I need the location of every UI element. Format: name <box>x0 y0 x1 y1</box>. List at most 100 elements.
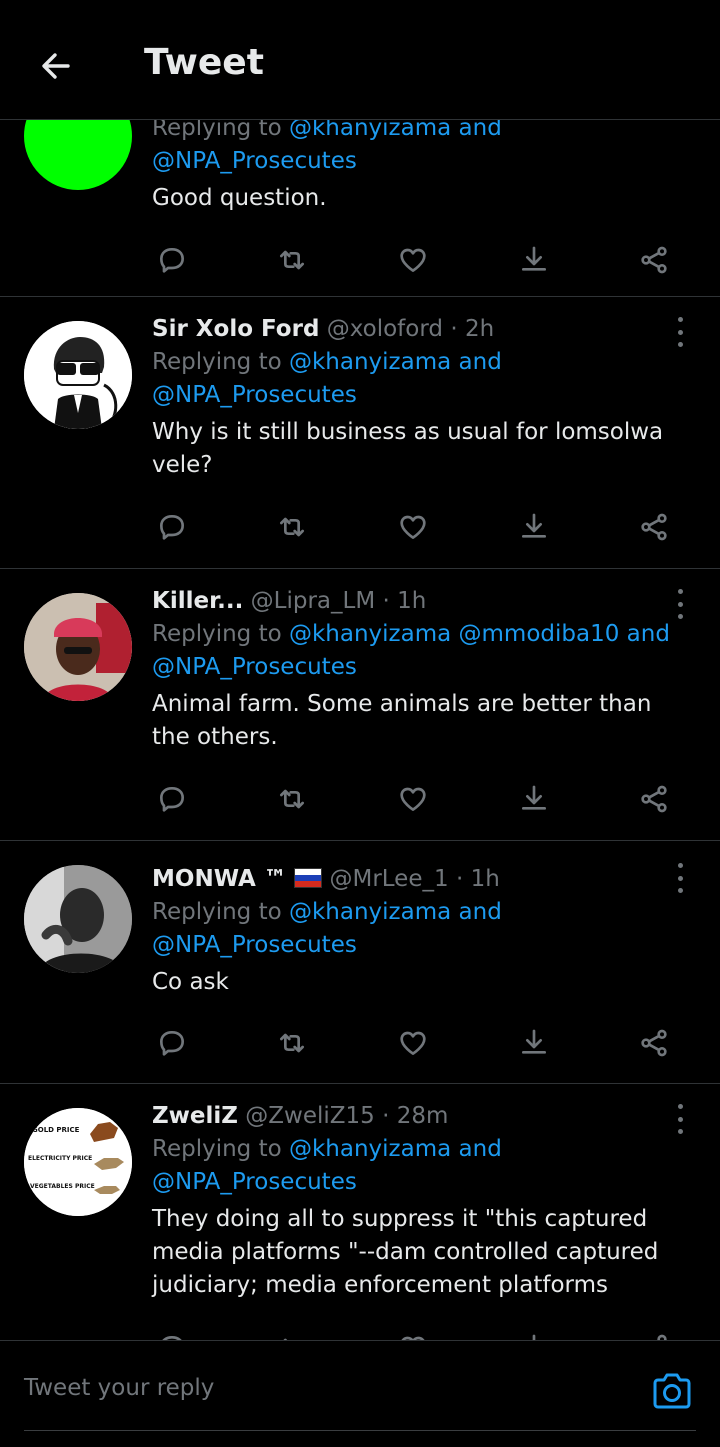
retweet-button[interactable] <box>272 507 312 547</box>
tweet-header: MONWA ™ @MrLee_1 · 1h <box>152 866 500 892</box>
user-handle[interactable]: @Lipra_LM <box>251 588 376 614</box>
reply-composer: Tweet your reply <box>0 1340 720 1447</box>
share-button[interactable] <box>634 240 674 280</box>
reply-input[interactable]: Tweet your reply <box>24 1375 214 1401</box>
more-options-button[interactable] <box>670 589 690 619</box>
tweet-header: Killer... @Lipra_LM · 1h <box>152 588 427 614</box>
share-button[interactable] <box>634 1328 674 1340</box>
share-icon <box>641 513 667 541</box>
user-handle[interactable]: @MrLee_1 <box>329 866 448 892</box>
share-button[interactable] <box>634 1023 674 1063</box>
download-icon <box>522 513 546 538</box>
tweet-text: Why is it still business as usual for lo… <box>152 419 664 478</box>
more-icon <box>677 589 683 594</box>
timestamp: 28m <box>396 1103 449 1129</box>
camera-icon[interactable] <box>650 1369 694 1413</box>
display-name[interactable]: MONWA ™ <box>152 866 287 892</box>
mention-link[interactable]: @khanyizama and <box>289 349 502 375</box>
avatar[interactable] <box>24 593 132 701</box>
more-icon <box>677 863 683 868</box>
reply-button[interactable] <box>152 507 192 547</box>
like-button[interactable] <box>393 1328 433 1340</box>
download-button[interactable] <box>514 1023 554 1063</box>
mention-link[interactable]: @NPA_Prosecutes <box>152 651 696 684</box>
tweet-item[interactable]: Replying to @khanyizama and @NPA_Prosecu… <box>0 120 720 297</box>
display-name[interactable]: Sir Xolo Ford <box>152 316 319 342</box>
user-handle[interactable]: @xoloford <box>327 316 443 342</box>
display-name[interactable]: Killer... <box>152 588 243 614</box>
back-button[interactable] <box>34 44 78 88</box>
reply-button[interactable] <box>152 779 192 819</box>
tweet-text: Animal farm. Some animals are better tha… <box>152 691 652 750</box>
share-button[interactable] <box>634 507 674 547</box>
mention-link[interactable]: @NPA_Prosecutes <box>152 379 696 412</box>
like-button[interactable] <box>393 1023 433 1063</box>
share-icon <box>641 785 667 813</box>
download-icon <box>522 785 546 810</box>
reply-feed[interactable]: Replying to @khanyizama and @NPA_Prosecu… <box>0 120 720 1340</box>
avatar[interactable] <box>24 120 132 190</box>
share-icon <box>657 1334 667 1340</box>
mention-link[interactable]: @NPA_Prosecutes <box>152 929 696 962</box>
like-icon <box>400 787 426 811</box>
more-options-button[interactable] <box>670 317 690 347</box>
avatar[interactable] <box>24 321 132 429</box>
more-icon <box>677 1104 683 1109</box>
download-button[interactable] <box>514 1328 554 1340</box>
tweet-item[interactable]: GOLD PRICE ELECTRICITY PRICE VEGETABLES … <box>0 1084 720 1340</box>
retweet-button[interactable] <box>272 240 312 280</box>
avatar[interactable]: GOLD PRICE ELECTRICITY PRICE VEGETABLES … <box>24 1108 132 1216</box>
top-bar: Tweet <box>0 0 720 120</box>
like-icon <box>400 248 426 272</box>
download-icon <box>522 246 546 271</box>
retweet-button[interactable] <box>272 1328 312 1340</box>
divider <box>24 1430 696 1431</box>
download-button[interactable] <box>514 779 554 819</box>
tweet-text: Co ask <box>152 969 229 995</box>
mention-link[interactable]: @khanyizama and <box>289 1136 502 1162</box>
reply-button[interactable] <box>152 240 192 280</box>
tweet-header: ZweliZ @ZweliZ15 · 28m <box>152 1103 449 1129</box>
like-button[interactable] <box>393 240 433 280</box>
like-button[interactable] <box>393 779 433 819</box>
download-button[interactable] <box>514 240 554 280</box>
reply-icon <box>160 1031 184 1056</box>
mention-link[interactable]: @NPA_Prosecutes <box>152 145 696 178</box>
share-icon <box>641 246 667 274</box>
mention-link[interactable]: @khanyizama @mmodiba10 and <box>289 621 670 647</box>
timestamp: 1h <box>397 588 427 614</box>
download-icon <box>532 1334 536 1340</box>
replying-to: Replying to @khanyizama and <box>152 1136 502 1162</box>
retweet-icon <box>280 517 304 537</box>
retweet-button[interactable] <box>272 1023 312 1063</box>
share-button[interactable] <box>634 779 674 819</box>
timestamp: 1h <box>470 866 500 892</box>
mention-link[interactable]: @NPA_Prosecutes <box>152 1166 696 1199</box>
user-handle[interactable]: @ZweliZ15 <box>245 1103 375 1129</box>
tweet-header: Sir Xolo Ford @xoloford · 2h <box>152 316 495 342</box>
reply-icon <box>160 787 184 812</box>
tweet-item[interactable]: MONWA ™ @MrLee_1 · 1h Replying to @khany… <box>0 841 720 1084</box>
tweet-item[interactable]: Killer... @Lipra_LM · 1h Replying to @kh… <box>0 569 720 841</box>
more-options-button[interactable] <box>670 863 690 893</box>
like-button[interactable] <box>393 507 433 547</box>
display-name[interactable]: ZweliZ <box>152 1103 238 1129</box>
mention-link[interactable]: @khanyizama and <box>289 899 502 925</box>
tweet-text: Good question. <box>152 185 327 211</box>
reply-icon <box>160 248 184 273</box>
reply-button[interactable] <box>152 1328 192 1340</box>
avatar[interactable] <box>24 865 132 973</box>
cartoon-avatar-image <box>24 321 132 429</box>
download-icon <box>522 1029 546 1054</box>
photo-avatar-image <box>24 593 132 701</box>
mention-link[interactable]: @khanyizama and <box>289 120 502 141</box>
like-icon <box>401 1336 425 1340</box>
download-button[interactable] <box>514 507 554 547</box>
replying-to: Replying to @khanyizama and <box>152 899 502 925</box>
tweet-item[interactable]: Sir Xolo Ford @xoloford · 2h Replying to… <box>0 297 720 569</box>
more-options-button[interactable] <box>670 1104 690 1134</box>
replying-to: Replying to @khanyizama @mmodiba10 and <box>152 621 670 647</box>
reply-button[interactable] <box>152 1023 192 1063</box>
retweet-button[interactable] <box>272 779 312 819</box>
tweet-text: They doing all to suppress it "this capt… <box>152 1206 659 1298</box>
